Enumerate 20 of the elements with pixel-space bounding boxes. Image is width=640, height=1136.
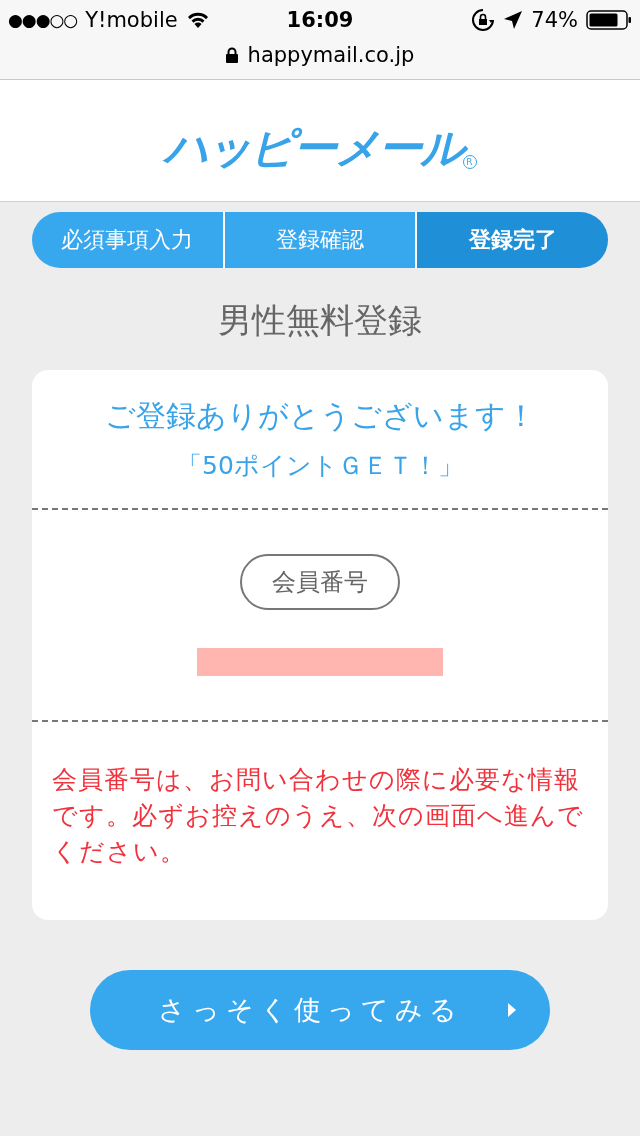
wifi-icon [185,11,210,29]
address-url[interactable]: happymail.co.jp [247,43,415,67]
carrier-name: Y!mobile [85,8,178,32]
member-number-label: 会員番号 [240,554,400,610]
signal-strength: ●●●○○ [8,10,78,30]
start-button[interactable]: さっそく使ってみる [90,970,550,1050]
location-arrow-icon [503,10,524,30]
thanks-message: ご登録ありがとうございます！ [104,397,536,435]
battery-percent: 74% [531,8,578,32]
notice-text: 会員番号は、お問い合わせの際に必要な情報です。必ずお控えのうえ、次の画面へ進んでください。 [52,764,585,868]
lock-icon [225,47,238,63]
caret-icon [506,1002,517,1018]
step-label: 必須事項入力 [32,212,223,268]
step-label: 登録完了 [415,212,608,268]
rotation-lock-icon [471,8,496,32]
clock-time: 16:09 [286,8,354,32]
points-message: 「50ポイントＧＥＴ！」 [177,450,463,482]
page-title: 男性無料登録 [218,299,422,342]
step-label: 登録確認 [222,212,416,268]
battery-icon [586,10,632,30]
